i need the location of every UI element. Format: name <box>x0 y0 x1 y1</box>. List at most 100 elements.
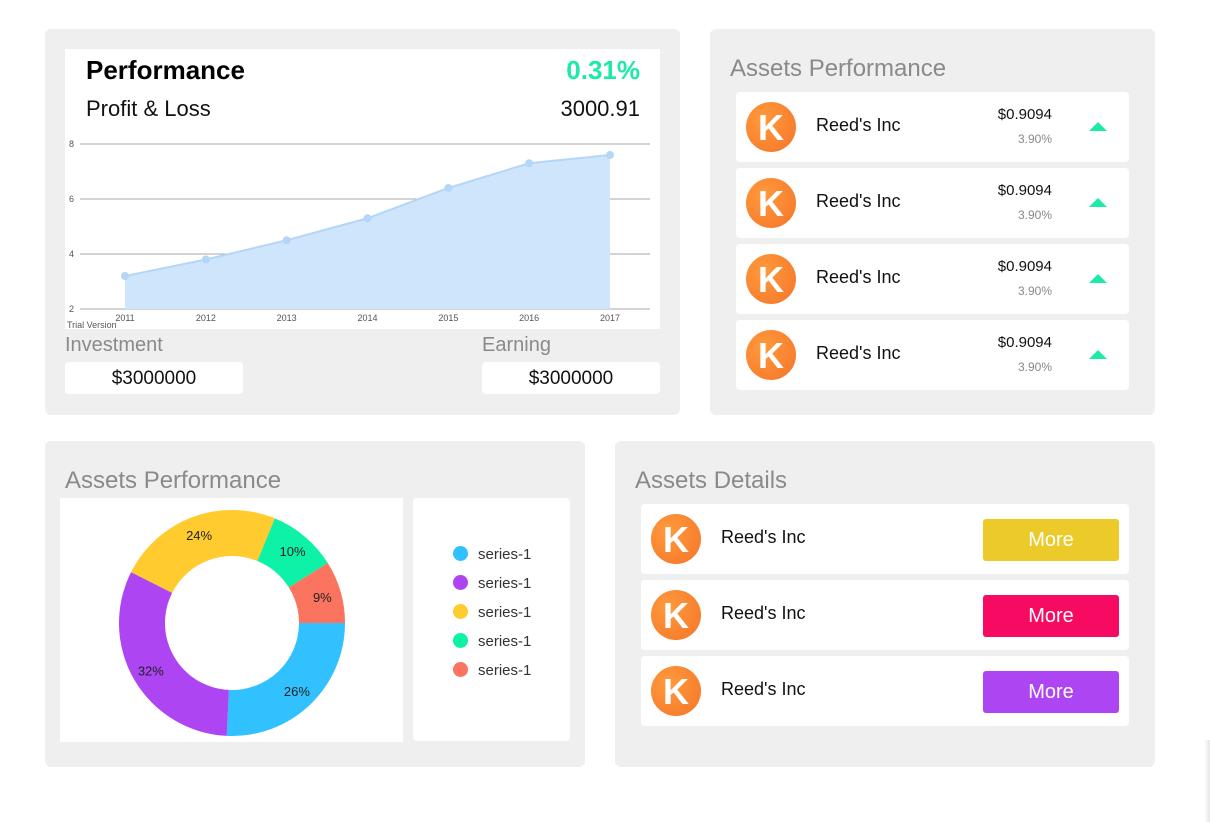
legend-item[interactable]: series-1 <box>453 662 531 679</box>
x-tick-label: 2013 <box>277 313 297 323</box>
donut-slice[interactable] <box>119 572 229 736</box>
legend-label: series-1 <box>478 633 532 650</box>
x-tick-label: 2015 <box>438 313 458 323</box>
legend-label: series-1 <box>478 575 532 592</box>
performance-title: Performance <box>86 55 245 85</box>
assets-donut-card: Assets Performance 26% 32% 24% 10% 9% series… <box>45 441 585 767</box>
legend-dot-icon <box>453 604 468 619</box>
y-tick-label: 4 <box>69 249 74 259</box>
slice-label: 26% <box>284 684 310 699</box>
assets-details-card: Assets Details K Reed's Inc More K Reed's In… <box>615 441 1155 767</box>
asset-price: $0.9094 <box>997 106 1052 123</box>
arrow-up-icon <box>1089 198 1107 207</box>
slice-label: 10% <box>280 544 306 559</box>
asset-row[interactable]: K Reed's Inc $0.9094 3.90% <box>736 244 1129 314</box>
donut-chart-panel: 26% 32% 24% 10% 9% <box>60 498 403 742</box>
detail-row: K Reed's Inc More <box>641 580 1129 650</box>
profit-loss-value: 3000.91 <box>560 96 640 121</box>
legend-label: series-1 <box>478 662 532 679</box>
arrow-up-icon <box>1089 350 1107 359</box>
donut-slice[interactable] <box>131 510 275 593</box>
arrow-up-icon <box>1089 274 1107 283</box>
legend-dot-icon <box>453 546 468 561</box>
company-logo-icon: K <box>746 330 796 380</box>
x-tick-label: 2011 <box>115 313 134 323</box>
company-logo-icon: K <box>746 254 796 304</box>
scroll-edge-shadow <box>1204 740 1210 822</box>
legend-item[interactable]: series-1 <box>453 604 531 621</box>
y-tick-label: 6 <box>69 194 74 204</box>
assets-performance-title: Assets Performance <box>730 55 947 82</box>
profit-area-chart: 2 4 6 8 2011 2012 2013 2014 2015 2016 2017 Trial Ve… <box>67 139 650 329</box>
data-point <box>363 214 372 223</box>
asset-change: 3.90% <box>1017 208 1052 222</box>
asset-change: 3.90% <box>1017 360 1052 374</box>
data-point <box>282 236 291 245</box>
data-point <box>121 272 129 280</box>
asset-change: 3.90% <box>1017 132 1052 146</box>
area-fill <box>125 155 610 309</box>
asset-row[interactable]: K Reed's Inc $0.9094 3.90% <box>736 168 1129 238</box>
donut-chart: 26% 32% 24% 10% 9% <box>119 510 345 736</box>
legend-label: series-1 <box>478 546 532 563</box>
data-point <box>444 184 453 192</box>
data-point <box>201 255 210 264</box>
x-tick-label: 2012 <box>196 313 216 323</box>
x-tick-label: 2017 <box>600 313 620 323</box>
legend-dot-icon <box>453 575 468 590</box>
arrow-up-icon <box>1089 122 1107 131</box>
detail-name: Reed's Inc <box>721 527 806 547</box>
detail-name: Reed's Inc <box>721 603 806 623</box>
company-logo-icon: K <box>746 178 796 228</box>
asset-name: Reed's Inc <box>816 267 901 287</box>
assets-donut-title: Assets Performance <box>65 467 282 494</box>
legend-label: series-1 <box>478 604 532 621</box>
investment-value: $3000000 <box>65 362 243 394</box>
earning-value: $3000000 <box>482 362 660 394</box>
data-point <box>606 151 614 159</box>
performance-card: Performance 0.31% Profit & Loss 3000.91 … <box>45 29 680 415</box>
company-logo-icon: K <box>651 514 701 564</box>
trial-version-watermark: Trial Version <box>67 320 117 329</box>
assets-details-title: Assets Details <box>635 467 788 494</box>
company-logo-icon: K <box>651 590 701 640</box>
performance-percent: 0.31% <box>566 55 640 85</box>
asset-price: $0.9094 <box>997 258 1052 275</box>
legend-item[interactable]: series-1 <box>453 575 531 592</box>
asset-name: Reed's Inc <box>816 191 901 211</box>
company-logo-icon: K <box>651 666 701 716</box>
detail-row: K Reed's Inc More <box>641 504 1129 574</box>
performance-panel: Performance 0.31% Profit & Loss 3000.91 … <box>65 49 660 329</box>
slice-label: 32% <box>138 663 164 678</box>
asset-price: $0.9094 <box>997 334 1052 351</box>
asset-change: 3.90% <box>1017 284 1052 298</box>
asset-name: Reed's Inc <box>816 115 901 135</box>
more-button[interactable]: More <box>983 519 1119 561</box>
x-tick-label: 2016 <box>519 313 539 323</box>
y-tick-label: 2 <box>69 304 74 314</box>
y-tick-label: 8 <box>69 139 74 149</box>
asset-row[interactable]: K Reed's Inc $0.9094 3.90% <box>736 320 1129 390</box>
data-point <box>525 159 534 168</box>
x-tick-label: 2014 <box>357 313 377 323</box>
profit-loss-label: Profit & Loss <box>86 96 211 121</box>
legend-dot-icon <box>453 662 468 677</box>
slice-label: 9% <box>313 590 332 605</box>
company-logo-icon: K <box>746 102 796 152</box>
asset-row[interactable]: K Reed's Inc $0.9094 3.90% <box>736 92 1129 162</box>
donut-slice[interactable] <box>226 623 345 736</box>
asset-price: $0.9094 <box>997 182 1052 199</box>
investment-label: Investment <box>65 334 163 356</box>
donut-legend: series-1 series-1 series-1 series-1 series-1 <box>413 498 570 741</box>
earning-label: Earning <box>482 334 551 356</box>
slice-label: 24% <box>186 528 212 543</box>
more-button[interactable]: More <box>983 595 1119 637</box>
legend-item[interactable]: series-1 <box>453 546 531 563</box>
legend-dot-icon <box>453 633 468 648</box>
detail-row: K Reed's Inc More <box>641 656 1129 726</box>
detail-name: Reed's Inc <box>721 679 806 699</box>
more-button[interactable]: More <box>983 671 1119 713</box>
assets-performance-card: Assets Performance K Reed's Inc $0.9094 3.9… <box>710 29 1155 415</box>
asset-name: Reed's Inc <box>816 343 901 363</box>
legend-item[interactable]: series-1 <box>453 633 531 650</box>
